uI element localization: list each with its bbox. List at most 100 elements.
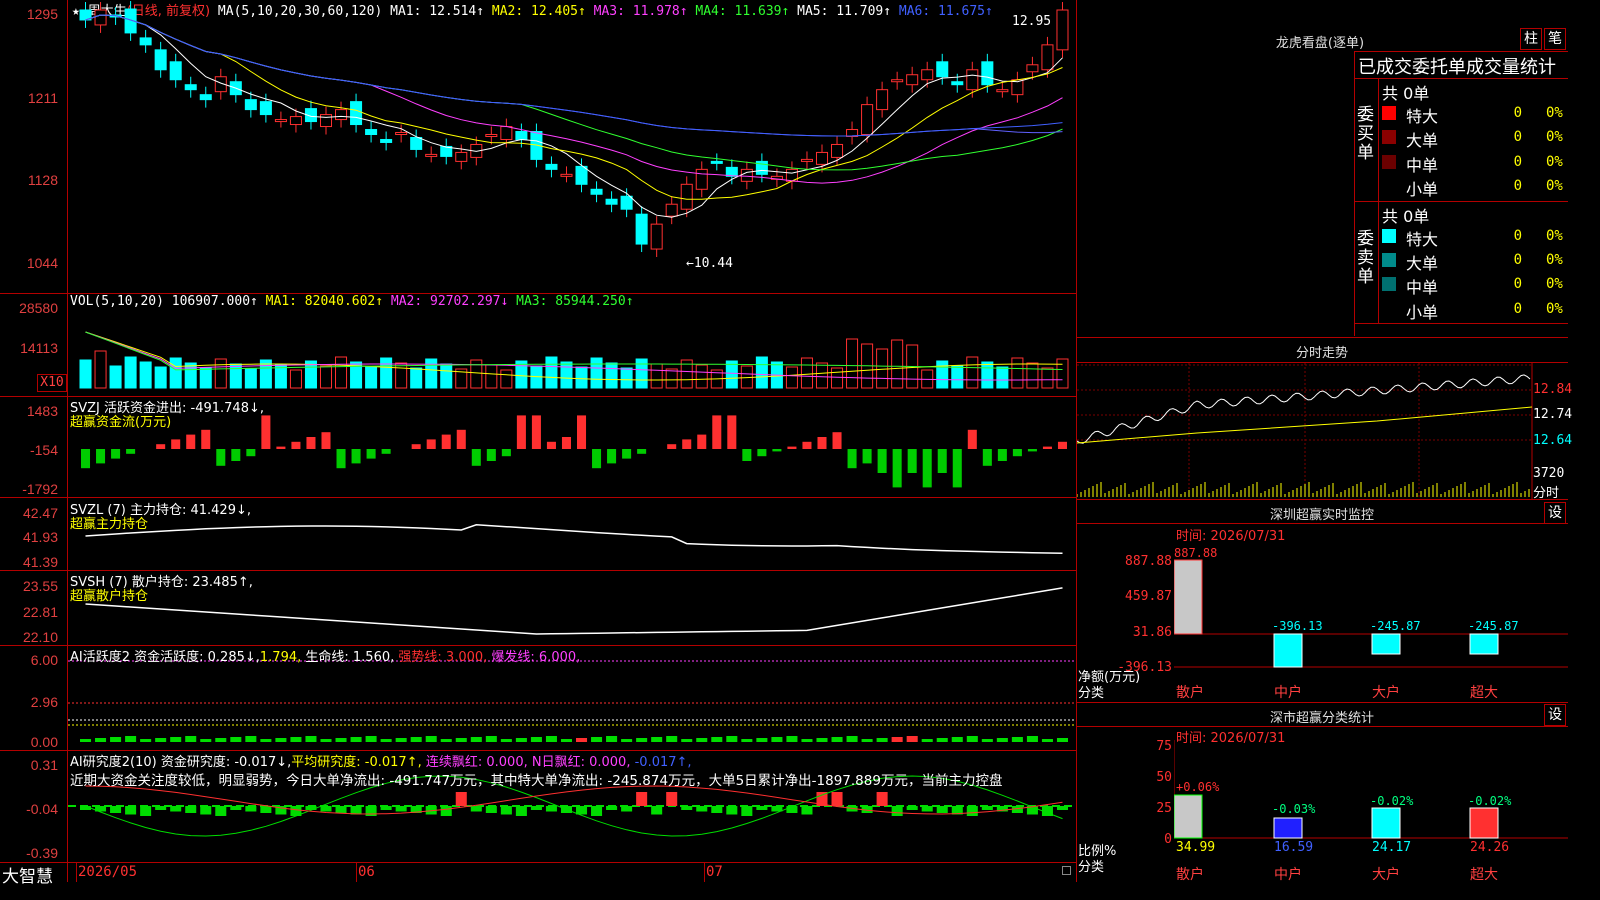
class-ytick-2: 50	[1156, 770, 1172, 785]
buy-row-l-count: 0	[1513, 129, 1522, 145]
svzl-sub: 超赢主力持仓	[70, 517, 149, 532]
ai-research-last: -0.017↑,	[634, 755, 692, 770]
ai-active-bar	[621, 739, 633, 742]
ai-research-nday: N日飘红: 0.000,	[531, 755, 631, 770]
monitor-chart[interactable]: 887.88 -396.13 -245.87 -245.87	[1174, 540, 1568, 680]
longhu-header: 已成交委托单成交量统计	[1358, 57, 1556, 78]
ai-research-bar	[876, 792, 888, 806]
divider-xaxis	[0, 862, 1076, 863]
monitor-top-line	[1076, 499, 1568, 500]
ai-active-bar	[170, 737, 182, 742]
volume-bar	[846, 338, 859, 389]
ai-active-bar	[801, 739, 813, 742]
volume-bar	[665, 368, 678, 389]
flow-bar	[426, 439, 436, 449]
candle-body	[515, 131, 528, 140]
svzj-sub: 超赢资金流(万元)	[70, 415, 172, 430]
volume-bar	[199, 367, 212, 389]
ai-active-bar	[951, 737, 963, 742]
ai-active-bar	[215, 738, 227, 742]
ai-active-bar	[110, 737, 122, 742]
sell-row-m-name: 中单	[1406, 278, 1439, 297]
sell-row-s-count: 0	[1513, 301, 1522, 317]
candle-body	[665, 203, 678, 217]
main-chart-canvas[interactable]	[68, 0, 1076, 862]
buy-row-l-name: 大单	[1406, 131, 1439, 150]
ai-active-bar	[786, 736, 798, 742]
svzj-ytick-1: 1483	[26, 403, 58, 419]
ai-active-bar	[530, 737, 542, 742]
class-top-val-4: -0.02%	[1468, 794, 1512, 808]
candle-body	[861, 104, 874, 136]
candle-body	[650, 223, 663, 250]
class-title: 深市超赢分类统计	[1269, 711, 1374, 726]
buy-total: 共 0单	[1382, 84, 1430, 103]
candle-body	[139, 37, 152, 46]
vol-unit-badge[interactable]: X10	[37, 374, 67, 392]
volume-bar	[590, 357, 603, 389]
candle-body	[380, 138, 393, 143]
class-settings-button[interactable]: 设	[1544, 704, 1566, 726]
svzj-ytick-3: -1792	[22, 481, 58, 497]
ai-active-bar	[410, 737, 422, 742]
monitor-title-line	[1076, 523, 1568, 524]
ai-research-bar	[1056, 806, 1068, 810]
ai-research-bar	[140, 806, 152, 816]
volume-bar	[229, 363, 242, 389]
ai-active-header: AI活跃度2 资金活跃度: 0.285↓,1.794, 生命线: 1.560, …	[70, 646, 580, 665]
ai-research-header: AI研究度2(10) 资金研究度: -0.017↓,平均研究度: -0.017↑…	[70, 751, 692, 770]
volume-bar	[575, 366, 588, 389]
ai-active-bar	[696, 738, 708, 742]
ai-active-bar	[651, 737, 663, 742]
volume-bar	[440, 363, 453, 389]
volume-bar	[755, 356, 768, 389]
candle-body	[199, 94, 212, 101]
ai-active-bar	[726, 736, 738, 742]
volume-bar	[876, 348, 889, 389]
volume-bar	[79, 359, 92, 389]
candle-body	[921, 69, 934, 81]
candle-body	[169, 61, 182, 81]
buy-xl-swatch	[1382, 106, 1396, 120]
ai-research-ytick-2: -0.04	[26, 801, 58, 817]
ai-research-bar	[395, 806, 407, 812]
volume-bar	[335, 356, 348, 389]
buy-row-s-count: 0	[1513, 178, 1522, 194]
sell-row-l-count: 0	[1513, 252, 1522, 268]
svzj-ytick-2: -154	[29, 442, 58, 458]
intraday-chart[interactable]	[1077, 363, 1568, 499]
ai-active-bar	[80, 739, 92, 742]
class-axis-label2: 分类	[1078, 860, 1105, 875]
sell-row-s-pct: 0%	[1546, 301, 1563, 317]
monitor-cat-4: 超大	[1470, 685, 1498, 701]
ma-line-10	[85, 14, 1063, 200]
class-bar-large	[1371, 807, 1401, 839]
ai-active-ytick-2: 2.96	[30, 694, 58, 710]
volume-bar	[635, 358, 648, 389]
flow-bar	[201, 429, 211, 449]
intraday-ytick-2: 12.74	[1533, 407, 1573, 422]
volume-bar	[785, 366, 798, 389]
class-bottom-val-3: 24.17	[1372, 840, 1412, 855]
tick-view-button[interactable]: 笔	[1544, 28, 1566, 50]
flow-bar	[516, 415, 526, 449]
lock-icon[interactable]	[1062, 866, 1071, 875]
bar-view-button[interactable]: 柱	[1520, 28, 1542, 50]
flow-bar	[381, 449, 391, 454]
flow-bar	[997, 449, 1007, 461]
flow-bar	[877, 449, 887, 473]
ai-research-bar	[545, 806, 557, 812]
volume-bar	[319, 365, 333, 389]
candle-body	[695, 168, 708, 190]
volume-bar	[936, 360, 949, 389]
candle-body	[274, 119, 287, 123]
flow-bar	[637, 449, 647, 454]
ai-active-bar	[320, 739, 332, 742]
flow-bar	[862, 449, 872, 464]
intraday-vol-tick: 3720	[1533, 466, 1565, 481]
monitor-settings-button[interactable]: 设	[1544, 502, 1566, 524]
candle-body	[350, 101, 363, 126]
flow-bar	[126, 449, 136, 454]
ai-research-bar	[891, 806, 903, 816]
ai-research-bar	[470, 806, 482, 812]
